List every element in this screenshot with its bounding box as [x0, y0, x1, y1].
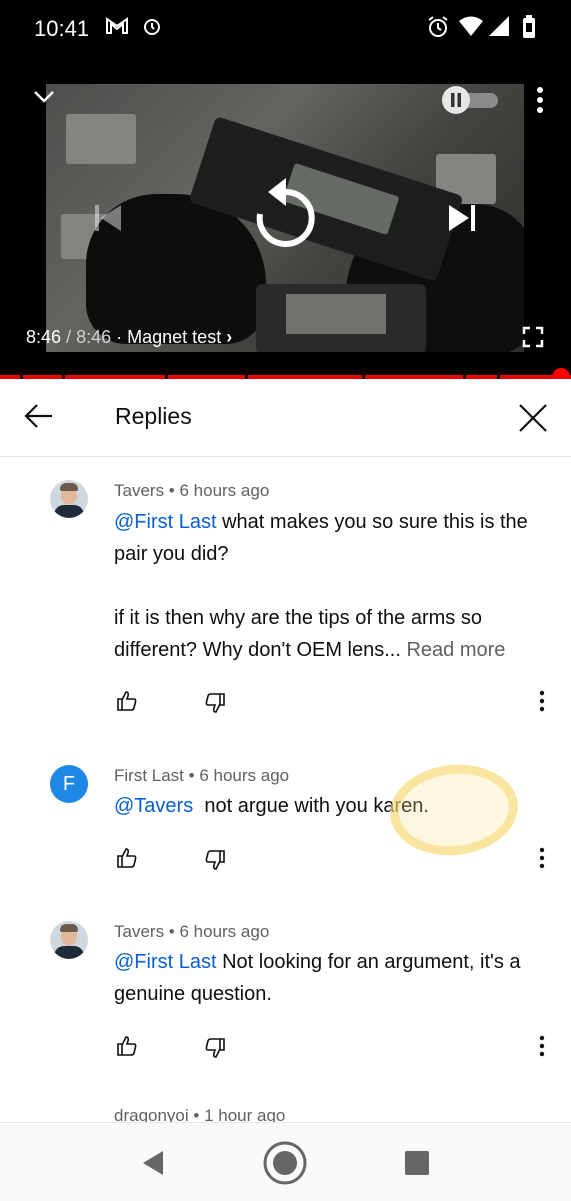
chapter-chevron-icon[interactable]: ›: [226, 327, 232, 347]
thumbs-up-icon[interactable]: [116, 847, 138, 874]
read-more-link[interactable]: Read more: [406, 639, 505, 661]
autoplay-pause-toggle-icon[interactable]: [440, 85, 500, 120]
wifi-icon: [458, 15, 484, 42]
replies-header: Replies: [0, 379, 571, 457]
replay-icon[interactable]: [252, 176, 318, 259]
avatar[interactable]: [50, 921, 88, 959]
collapse-chevron-icon[interactable]: [33, 90, 55, 109]
separator-dot: ·: [116, 327, 123, 347]
fullscreen-icon[interactable]: [522, 326, 544, 353]
nav-back-icon[interactable]: [141, 1150, 165, 1181]
thumbs-down-icon[interactable]: [204, 849, 226, 876]
signal-icon: [488, 15, 510, 42]
current-time: 8:46: [26, 327, 62, 347]
nav-recents-icon[interactable]: [404, 1150, 430, 1181]
comment-body-para: if it is then why are the tips of the ar…: [114, 607, 506, 661]
comment-author[interactable]: Tavers: [114, 481, 164, 500]
comment-meta: Tavers • 6 hours ago: [114, 922, 270, 941]
video-player[interactable]: 8:46 / 8:46 · Magnet test ›: [0, 62, 571, 378]
chapter-title[interactable]: Magnet test: [127, 327, 221, 347]
comment-meta-partial: dragonyoi • 1 hour ago: [114, 1106, 285, 1122]
close-icon[interactable]: [518, 403, 548, 438]
system-nav-bar: [0, 1122, 571, 1201]
comment-age: 6 hours ago: [179, 922, 270, 941]
alarm-icon: [427, 15, 449, 44]
nav-home-icon[interactable]: [262, 1140, 308, 1191]
mention-link[interactable]: @First Last: [114, 951, 217, 973]
comment-more-icon[interactable]: [538, 690, 546, 717]
thumbs-down-icon[interactable]: [204, 692, 226, 719]
thumbs-up-icon[interactable]: [116, 690, 138, 717]
next-icon[interactable]: [446, 202, 478, 239]
previous-icon[interactable]: [92, 202, 124, 239]
thumbs-down-icon[interactable]: [204, 1037, 226, 1064]
thumbs-up-icon[interactable]: [116, 1035, 138, 1062]
replies-title: Replies: [115, 403, 192, 429]
duration: / 8:46: [66, 327, 112, 347]
comment-age: 6 hours ago: [199, 766, 290, 785]
avatar[interactable]: F: [50, 765, 88, 803]
status-bar: 10:41: [0, 0, 571, 62]
comment-more-icon[interactable]: [538, 847, 546, 874]
comment-meta: Tavers • 6 hours ago: [114, 481, 270, 500]
notification-icon: [141, 15, 163, 42]
highlight-annotation: [385, 758, 523, 862]
comment-body: @First Last Not looking for an argument,…: [114, 951, 521, 1005]
more-vert-icon[interactable]: [535, 86, 545, 119]
comment-age: 1 hour ago: [204, 1106, 286, 1122]
comment-meta: First Last • 6 hours ago: [114, 766, 290, 785]
comment-more-icon[interactable]: [538, 1035, 546, 1062]
comment-author[interactable]: Tavers: [114, 922, 164, 941]
mention-link[interactable]: @Tavers: [114, 795, 193, 817]
mention-link[interactable]: @First Last: [114, 511, 217, 533]
comment-author[interactable]: dragonyoi: [114, 1106, 189, 1122]
battery-icon: [522, 15, 536, 44]
avatar[interactable]: [50, 480, 88, 518]
back-arrow-icon[interactable]: [24, 403, 54, 434]
gmail-icon: [105, 15, 129, 42]
comment-age: 6 hours ago: [179, 481, 270, 500]
comment-body: @First Last what makes you so sure this …: [114, 511, 528, 565]
comment-author[interactable]: First Last: [114, 766, 184, 785]
time-label: 8:46 / 8:46 · Magnet test ›: [26, 327, 232, 348]
status-time: 10:41: [34, 16, 90, 41]
